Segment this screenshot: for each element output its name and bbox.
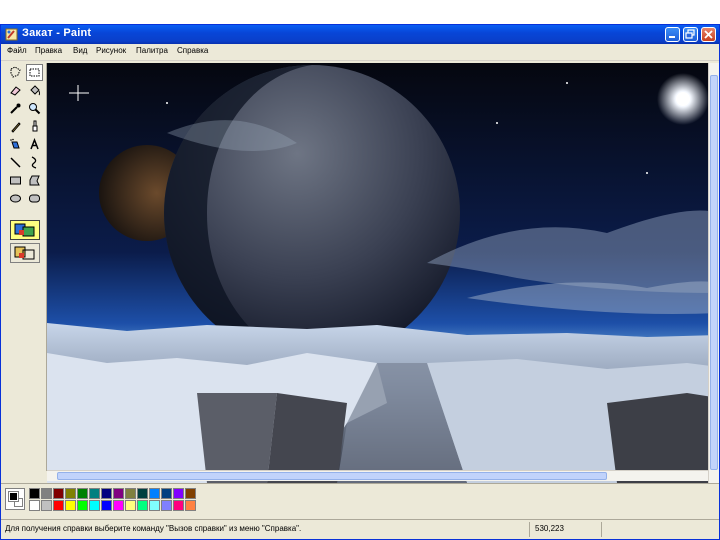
polygon-icon xyxy=(29,175,40,186)
opaque-mode-icon xyxy=(14,223,35,237)
palette-swatch[interactable] xyxy=(77,488,88,499)
text-icon xyxy=(30,138,39,150)
palette-swatch[interactable] xyxy=(185,500,196,511)
free-select-icon xyxy=(10,66,21,78)
airbrush-icon xyxy=(10,138,20,149)
rect-select-icon xyxy=(29,68,40,77)
palette-swatch[interactable] xyxy=(101,500,112,511)
line-icon xyxy=(10,157,21,168)
vertical-scroll-thumb[interactable] xyxy=(710,75,718,470)
status-divider xyxy=(529,522,530,537)
tool-free-select[interactable] xyxy=(7,64,24,81)
tool-color-picker[interactable] xyxy=(7,100,24,117)
ellipse-icon xyxy=(10,194,21,203)
palette-swatch[interactable] xyxy=(65,488,76,499)
tool-rect-select[interactable] xyxy=(26,64,43,81)
horizontal-scrollbar[interactable] xyxy=(47,470,708,481)
tool-brush[interactable] xyxy=(26,118,43,135)
restore-icon xyxy=(685,29,695,39)
tool-pencil[interactable] xyxy=(7,118,24,135)
menu-image[interactable]: Рисунок xyxy=(96,46,126,55)
close-icon xyxy=(704,30,713,39)
palette-swatch[interactable] xyxy=(29,500,40,511)
palette-swatch[interactable] xyxy=(29,488,40,499)
palette-swatch[interactable] xyxy=(89,488,100,499)
horizontal-scroll-thumb[interactable] xyxy=(57,472,607,480)
palette-swatch[interactable] xyxy=(149,500,160,511)
space-landscape-image xyxy=(47,63,719,483)
selection-mode-opaque[interactable] xyxy=(10,220,40,240)
palette-swatch[interactable] xyxy=(101,488,112,499)
paint-app-icon xyxy=(5,28,18,41)
menu-file[interactable]: Файл xyxy=(7,46,27,55)
tool-ellipse[interactable] xyxy=(7,190,24,207)
current-colors[interactable] xyxy=(5,488,25,510)
vertical-scrollbar[interactable] xyxy=(708,63,719,483)
curve-icon xyxy=(31,156,37,169)
tool-line[interactable] xyxy=(7,154,24,171)
brush-icon xyxy=(32,120,38,132)
paint-window: Закат - Paint Файл Правка Вид Рисунок Па… xyxy=(0,24,720,540)
palette-swatch[interactable] xyxy=(41,500,52,511)
magnifier-icon xyxy=(29,103,41,115)
palette-swatch[interactable] xyxy=(137,488,148,499)
palette-swatch[interactable] xyxy=(161,488,172,499)
toolbox xyxy=(3,63,47,471)
palette-swatch[interactable] xyxy=(125,488,136,499)
selection-mode-transparent[interactable] xyxy=(10,243,40,263)
menu-palette[interactable]: Палитра xyxy=(136,46,168,55)
palette-swatch[interactable] xyxy=(137,500,148,511)
tool-eraser[interactable] xyxy=(7,82,24,99)
palette-swatch[interactable] xyxy=(125,500,136,511)
rectangle-icon xyxy=(10,176,21,185)
pencil-icon xyxy=(11,122,21,133)
minimize-icon xyxy=(669,36,675,38)
color-picker-icon xyxy=(10,103,21,114)
palette-swatch[interactable] xyxy=(77,500,88,511)
foreground-color-swatch[interactable] xyxy=(8,491,19,502)
palette-swatch[interactable] xyxy=(53,500,64,511)
maximize-button[interactable] xyxy=(683,27,698,42)
tool-rounded-rect[interactable] xyxy=(26,190,43,207)
tool-fill[interactable] xyxy=(26,82,43,99)
palette-swatch[interactable] xyxy=(65,500,76,511)
color-palette xyxy=(1,483,719,517)
status-bar: Для получения справки выберите команду "… xyxy=(1,519,719,539)
palette-swatch[interactable] xyxy=(113,500,124,511)
menu-help[interactable]: Справка xyxy=(177,46,208,55)
palette-swatch[interactable] xyxy=(161,500,172,511)
status-divider xyxy=(601,522,602,537)
tool-text[interactable] xyxy=(26,136,43,153)
tool-polygon[interactable] xyxy=(26,172,43,189)
palette-swatch[interactable] xyxy=(173,500,184,511)
status-hint: Для получения справки выберите команду "… xyxy=(5,524,302,533)
tool-magnifier[interactable] xyxy=(26,100,43,117)
palette-swatch[interactable] xyxy=(53,488,64,499)
drawing-canvas[interactable] xyxy=(47,63,719,483)
palette-swatch[interactable] xyxy=(41,488,52,499)
palette-swatch[interactable] xyxy=(149,488,160,499)
close-button[interactable] xyxy=(701,27,716,42)
palette-swatch[interactable] xyxy=(113,488,124,499)
menu-view[interactable]: Вид xyxy=(73,46,87,55)
fill-icon xyxy=(30,85,40,96)
tool-curve[interactable] xyxy=(26,154,43,171)
menu-bar: Файл Правка Вид Рисунок Палитра Справка xyxy=(1,44,719,61)
transparent-mode-icon xyxy=(14,246,35,260)
tool-rectangle[interactable] xyxy=(7,172,24,189)
menu-edit[interactable]: Правка xyxy=(35,46,62,55)
rounded-rect-icon xyxy=(29,194,40,203)
tool-airbrush[interactable] xyxy=(7,136,24,153)
window-title: Закат - Paint xyxy=(22,27,92,39)
palette-swatch[interactable] xyxy=(185,488,196,499)
eraser-icon xyxy=(10,86,21,96)
minimize-button[interactable] xyxy=(665,27,680,42)
cursor-coordinates: 530,223 xyxy=(535,524,564,533)
palette-swatch[interactable] xyxy=(173,488,184,499)
palette-swatch[interactable] xyxy=(89,500,100,511)
title-bar[interactable]: Закат - Paint xyxy=(1,25,719,44)
